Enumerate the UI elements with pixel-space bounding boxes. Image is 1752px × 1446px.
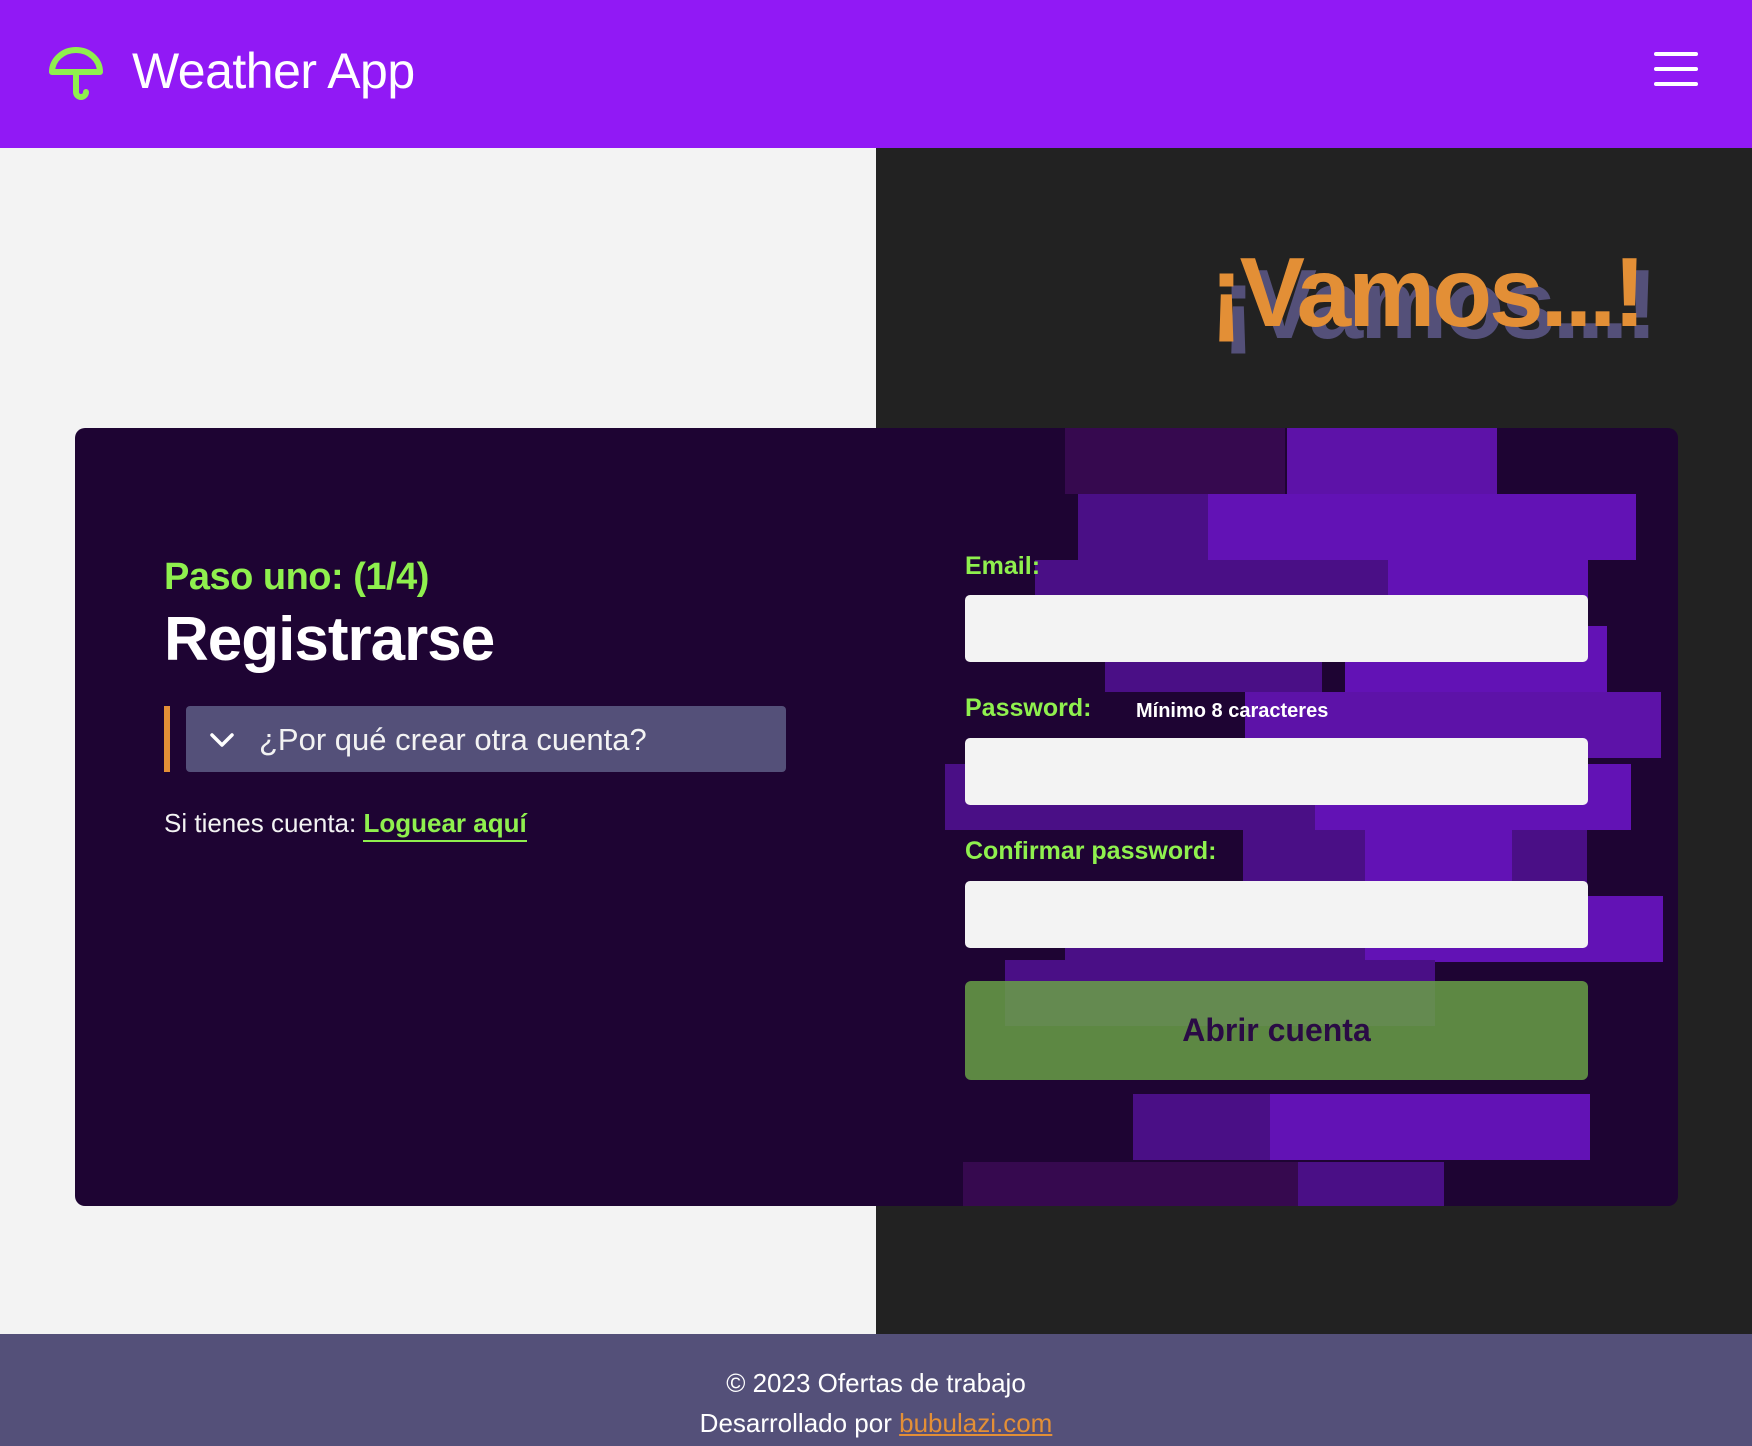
hero-headline-text: ¡Vamos...! bbox=[1210, 237, 1646, 347]
pixel-block bbox=[1208, 494, 1636, 560]
hamburger-menu-icon[interactable] bbox=[1654, 52, 1698, 86]
accordion-accent-bar bbox=[164, 706, 170, 772]
developer-credit-text: Desarrollado por bbox=[699, 1408, 892, 1438]
login-link[interactable]: Loguear aquí bbox=[363, 808, 527, 842]
app-header: Weather App bbox=[0, 0, 1752, 148]
pixel-block bbox=[963, 1162, 1298, 1206]
chevron-down-icon bbox=[210, 733, 234, 747]
step-indicator: Paso uno: (1/4) bbox=[164, 556, 429, 598]
confirm-password-label: Confirmar password: bbox=[965, 837, 1217, 865]
pixel-block bbox=[1133, 1094, 1270, 1160]
accordion-label: ¿Por qué crear otra cuenta? bbox=[259, 722, 647, 757]
open-account-button[interactable]: Abrir cuenta bbox=[965, 981, 1588, 1080]
umbrella-icon[interactable] bbox=[48, 44, 104, 100]
page-title: Registrarse bbox=[164, 605, 495, 674]
password-field[interactable] bbox=[965, 738, 1588, 805]
app-title[interactable]: Weather App bbox=[132, 42, 415, 100]
password-hint: Mínimo 8 caracteres bbox=[1136, 700, 1329, 722]
pixel-block bbox=[1065, 428, 1285, 494]
login-prompt: Si tienes cuenta: Loguear aquí bbox=[164, 808, 527, 842]
developer-link[interactable]: bubulazi.com bbox=[899, 1408, 1052, 1438]
pixel-block bbox=[1298, 1162, 1444, 1206]
page-footer: © 2023 Ofertas de trabajo Desarrollado p… bbox=[0, 1334, 1752, 1446]
open-account-button-label: Abrir cuenta bbox=[1182, 1012, 1371, 1048]
register-card: Paso uno: (1/4) Registrarse ¿Por qué cre… bbox=[75, 428, 1678, 1206]
hero-headline: ¡Vamos...! ¡Vamos...! bbox=[1210, 236, 1690, 359]
confirm-password-field[interactable] bbox=[965, 881, 1588, 948]
developer-credit: Desarrollado por bubulazi.com bbox=[0, 1408, 1752, 1439]
email-field[interactable] bbox=[965, 595, 1588, 662]
pixel-block bbox=[1078, 494, 1208, 560]
login-prompt-text: Si tienes cuenta: bbox=[164, 808, 357, 838]
password-label: Password: bbox=[965, 694, 1092, 722]
copyright-text: © 2023 Ofertas de trabajo bbox=[726, 1368, 1026, 1398]
pixel-block bbox=[1270, 1094, 1590, 1160]
why-account-accordion[interactable]: ¿Por qué crear otra cuenta? bbox=[186, 706, 786, 772]
email-label: Email: bbox=[965, 552, 1041, 580]
pixel-block bbox=[1287, 428, 1497, 494]
